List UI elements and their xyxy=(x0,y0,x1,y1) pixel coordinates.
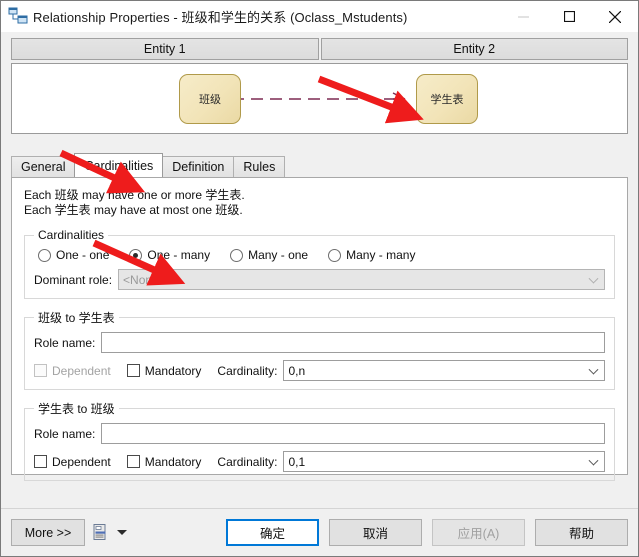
entity2-label: Entity 2 xyxy=(453,42,496,56)
dependent-checkbox-reverse[interactable]: Dependent xyxy=(34,455,111,469)
cardinality-select-forward[interactable]: 0,n xyxy=(283,360,605,381)
role-group-forward: 班级 to 学生表 Role name: Dependent Mandatory… xyxy=(24,309,615,390)
cardinalities-fieldset: Cardinalities One - one One - many Many … xyxy=(24,228,615,299)
cardinality-label-forward: Cardinality: xyxy=(217,363,278,378)
entity-header-bar: Entity 1 Entity 2 xyxy=(11,38,628,60)
entity1-button[interactable]: Entity 1 xyxy=(11,38,319,60)
radio-many-one-label: Many - one xyxy=(248,248,309,262)
role-name-label-reverse: Role name: xyxy=(34,426,96,441)
dependent-checkbox-reverse-box xyxy=(34,455,47,468)
mandatory-checkbox-forward[interactable]: Mandatory xyxy=(126,363,202,378)
title-bar: Relationship Properties - 班级和学生的关系 (Ocla… xyxy=(1,1,638,32)
relationship-icon xyxy=(7,5,29,27)
radio-one-many-label: One - many xyxy=(147,248,211,262)
chevron-down-icon[interactable] xyxy=(117,530,127,535)
mandatory-label-forward: Mandatory xyxy=(144,363,202,378)
role-name-label-forward: Role name: xyxy=(34,335,96,350)
dominant-role-label: Dominant role: xyxy=(34,272,113,287)
role-name-row-forward: Role name: xyxy=(34,332,605,353)
tab-definition[interactable]: Definition xyxy=(162,156,235,177)
dominant-role-row: Dominant role: <None> xyxy=(34,269,605,290)
role-name-row-reverse: Role name: xyxy=(34,423,605,444)
dominant-role-value: <None> xyxy=(123,272,166,287)
role-options-row-forward: Dependent Mandatory Cardinality: 0,n xyxy=(34,360,605,381)
more-button[interactable]: More >> xyxy=(11,519,85,546)
dialog-button-bar: More >> 确定 取消 应用(A) 帮助 xyxy=(1,508,638,556)
report-icon xyxy=(93,524,108,541)
entity2-button[interactable]: Entity 2 xyxy=(320,38,628,60)
apply-button[interactable]: 应用(A) xyxy=(432,519,525,546)
radio-one-many-indicator xyxy=(129,248,143,262)
radio-many-many[interactable]: Many - many xyxy=(328,248,415,262)
ok-button[interactable]: 确定 xyxy=(226,519,319,546)
close-button[interactable] xyxy=(592,1,638,32)
radio-one-one-label: One - one xyxy=(56,248,110,262)
tab-general[interactable]: General xyxy=(11,156,76,177)
tab-cardinalities[interactable]: Cardinalities xyxy=(74,153,164,177)
description-line-2: Each 学生表 may have at most one 班级. xyxy=(24,203,243,217)
role-group-forward-legend: 班级 to 学生表 xyxy=(38,311,115,325)
window-controls xyxy=(500,1,638,32)
report-menu[interactable] xyxy=(93,524,127,541)
dependent-label-reverse: Dependent xyxy=(52,454,111,469)
cancel-button-label: 取消 xyxy=(362,527,388,541)
dependent-checkbox-forward-box xyxy=(34,364,47,377)
help-button[interactable]: 帮助 xyxy=(535,519,628,546)
tab-cardinalities-label: Cardinalities xyxy=(84,158,154,173)
entity-box-left-label: 班级 xyxy=(199,93,221,106)
maximize-button[interactable] xyxy=(546,1,592,32)
dependent-checkbox-forward[interactable]: Dependent xyxy=(34,364,111,378)
cardinality-radio-group: One - one One - many Many - one Many - m… xyxy=(34,248,605,262)
radio-many-many-indicator xyxy=(328,248,342,262)
tab-rules[interactable]: Rules xyxy=(233,156,286,177)
role-group-reverse-legend: 学生表 to 班级 xyxy=(38,402,115,416)
mandatory-checkbox-forward-box xyxy=(126,364,140,377)
chevron-down-icon xyxy=(588,364,599,375)
tab-strip: General Cardinalities Definition Rules xyxy=(11,153,628,177)
tab-definition-label: Definition xyxy=(172,160,225,174)
relationship-properties-dialog: Relationship Properties - 班级和学生的关系 (Ocla… xyxy=(0,0,639,557)
mandatory-label-reverse: Mandatory xyxy=(144,454,202,469)
cardinality-value-reverse: 0,1 xyxy=(288,454,306,469)
radio-many-many-label: Many - many xyxy=(346,248,416,262)
dialog-action-buttons: 确定 取消 应用(A) 帮助 xyxy=(226,519,628,546)
cardinalities-panel: Each 班级 may have one or more 学生表. Each 学… xyxy=(11,177,628,481)
window-title: Relationship Properties - 班级和学生的关系 (Ocla… xyxy=(33,9,408,25)
tab-rules-label: Rules xyxy=(243,160,276,174)
cardinality-select-reverse[interactable]: 0,1 xyxy=(283,451,605,472)
more-button-label: More >> xyxy=(24,525,72,540)
chevron-down-icon xyxy=(588,455,599,466)
mandatory-checkbox-reverse-box xyxy=(126,455,140,468)
radio-many-one-indicator xyxy=(230,248,244,262)
role-group-reverse: 学生表 to 班级 Role name: Dependent Mandatory… xyxy=(24,400,615,481)
cancel-button[interactable]: 取消 xyxy=(329,519,422,546)
role-name-input-reverse[interactable] xyxy=(101,423,605,444)
entity-box-left[interactable]: 班级 xyxy=(179,74,241,124)
entity-box-right[interactable]: 学生表 xyxy=(416,74,478,124)
radio-many-one[interactable]: Many - one xyxy=(230,248,308,262)
minimize-button[interactable] xyxy=(500,1,546,32)
role-options-row-reverse: Dependent Mandatory Cardinality: 0,1 xyxy=(34,451,605,472)
description-line-1: Each 班级 may have one or more 学生表. xyxy=(24,188,245,202)
relationship-diagram[interactable]: 班级 学生表 xyxy=(11,63,628,134)
mandatory-checkbox-reverse[interactable]: Mandatory xyxy=(126,454,202,469)
chevron-down-icon xyxy=(588,273,599,284)
help-button-label: 帮助 xyxy=(568,527,594,541)
cardinality-value-forward: 0,n xyxy=(288,363,306,378)
radio-one-one[interactable]: One - one xyxy=(38,248,109,262)
dominant-role-select[interactable]: <None> xyxy=(118,269,605,290)
dependent-label-forward: Dependent xyxy=(52,363,111,378)
apply-button-label: 应用(A) xyxy=(457,527,500,541)
role-name-input-forward[interactable] xyxy=(101,332,605,353)
cardinality-label-reverse: Cardinality: xyxy=(217,454,278,469)
relationship-link xyxy=(232,92,406,106)
radio-one-many[interactable]: One - many xyxy=(129,248,210,262)
entity1-label: Entity 1 xyxy=(143,42,186,56)
radio-one-one-indicator xyxy=(38,248,51,262)
cardinalities-legend: Cardinalities xyxy=(38,228,105,242)
ok-button-label: 确定 xyxy=(259,527,285,541)
entity-box-right-label: 学生表 xyxy=(430,93,464,106)
tab-general-label: General xyxy=(21,160,66,174)
relationship-description: Each 班级 may have one or more 学生表. Each 学… xyxy=(24,188,615,218)
